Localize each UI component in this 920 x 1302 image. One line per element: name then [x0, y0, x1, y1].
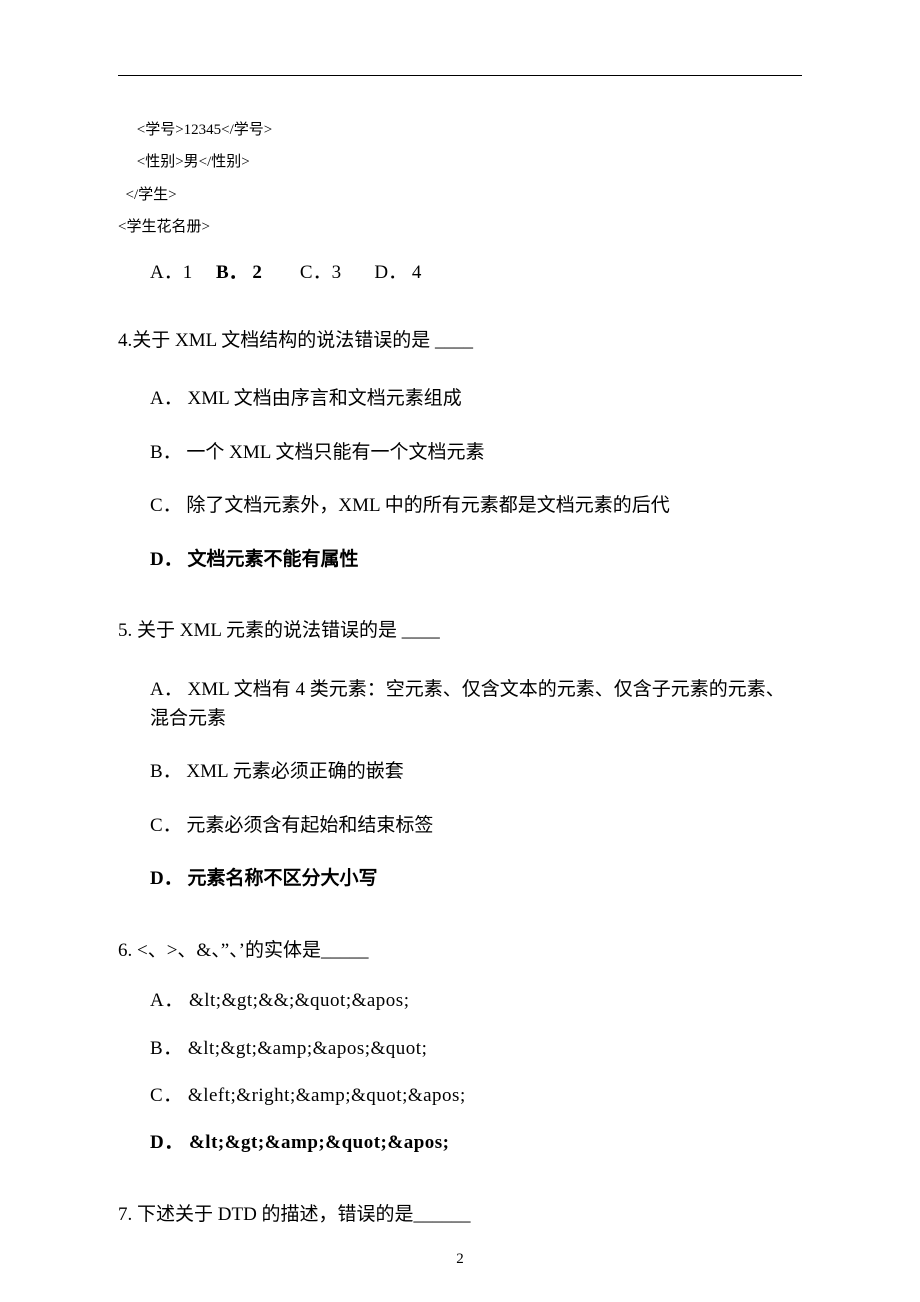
header-rule [118, 75, 802, 76]
xml-code-line: <学生花名册> [118, 211, 802, 243]
q5-option-c: C． 元素必须含有起始和结束标签 [150, 811, 802, 840]
q5-option-b: B． XML 元素必须正确的嵌套 [150, 757, 802, 786]
q4-option-d: D． 文档元素不能有属性 [150, 545, 802, 574]
q7-stem: 7. 下述关于 DTD 的描述，错误的是______ [118, 1200, 802, 1230]
q4-stem: 4.关于 XML 文档结构的说法错误的是 ____ [118, 326, 802, 356]
document-page: <学号>12345</学号> <性别>男</性别> </学生> <学生花名册> … [0, 0, 920, 1230]
q4-option-a: A． XML 文档由序言和文档元素组成 [150, 384, 802, 413]
q6-option-a: A． &lt;&gt;&&;&quot;&apos; [150, 986, 802, 1015]
q5-option-a: A． XML 文档有 4 类元素：空元素、仅含文本的元素、仅含子元素的元素、混合… [150, 675, 802, 734]
q6-option-b: B． &lt;&gt;&amp;&apos;&quot; [150, 1034, 802, 1063]
xml-code-line: <学号>12345</学号> [118, 114, 802, 146]
xml-code-line: <性别>男</性别> [118, 146, 802, 178]
q6-option-c: C． &left;&right;&amp;&quot;&apos; [150, 1081, 802, 1110]
q3-options: A．1 B． 2 C．3 D． 4 [150, 257, 802, 284]
xml-code-line: </学生> [118, 179, 802, 211]
q5-option-d: D． 元素名称不区分大小写 [150, 864, 802, 893]
q3-option-c: C．3 [300, 257, 341, 284]
q6-option-d: D． &lt;&gt;&amp;&quot;&apos; [150, 1128, 802, 1157]
q6-stem: 6. <、>、&、”、’的实体是_____ [118, 936, 802, 966]
q4-option-b: B． 一个 XML 文档只能有一个文档元素 [150, 438, 802, 467]
q3-option-a: A．1 [150, 257, 192, 284]
page-number: 2 [0, 1251, 920, 1268]
q3-option-d: D． 4 [374, 257, 421, 284]
q4-option-c: C． 除了文档元素外，XML 中的所有元素都是文档元素的后代 [150, 491, 802, 520]
q3-option-b: B． 2 [216, 257, 262, 284]
q5-stem: 5. 关于 XML 元素的说法错误的是 ____ [118, 616, 802, 646]
